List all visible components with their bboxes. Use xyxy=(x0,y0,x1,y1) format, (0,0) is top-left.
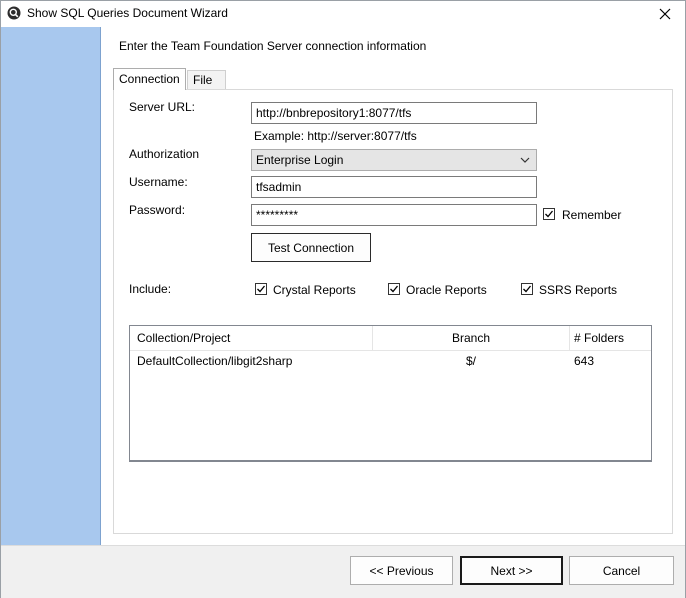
wizard-window: Show SQL Queries Document Wizard Enter t… xyxy=(0,0,686,598)
wizard-content: Enter the Team Foundation Server connect… xyxy=(101,27,685,545)
table-row[interactable]: DefaultCollection/libgit2sharp $/ 643 xyxy=(130,350,651,372)
checkmark-icon xyxy=(257,285,266,293)
chevron-down-icon xyxy=(520,157,530,163)
wizard-footer: << Previous Next >> Cancel xyxy=(1,545,685,598)
oracle-reports-label: Oracle Reports xyxy=(406,283,487,297)
ssrs-reports-checkbox[interactable] xyxy=(521,283,533,295)
close-icon xyxy=(659,8,671,20)
cancel-button[interactable]: Cancel xyxy=(569,556,674,585)
page-heading: Enter the Team Foundation Server connect… xyxy=(119,39,427,53)
crystal-reports-checkbox[interactable] xyxy=(255,283,267,295)
projects-list[interactable]: Collection/Project Branch # Folders Defa… xyxy=(129,325,652,462)
previous-button[interactable]: << Previous xyxy=(350,556,453,585)
ssrs-reports-label: SSRS Reports xyxy=(539,283,618,297)
checkmark-icon xyxy=(390,285,399,293)
username-label: Username: xyxy=(129,175,188,189)
cell-branch: $/ xyxy=(465,354,476,368)
crystal-reports-label: Crystal Reports xyxy=(273,283,356,297)
checkmark-icon xyxy=(523,285,532,293)
checkmark-icon xyxy=(545,210,554,218)
oracle-reports-checkbox[interactable] xyxy=(388,283,400,295)
cell-collection-project: DefaultCollection/libgit2sharp xyxy=(137,354,293,368)
window-title: Show SQL Queries Document Wizard xyxy=(27,6,228,20)
remember-label: Remember xyxy=(562,208,622,222)
column-header-branch[interactable]: Branch xyxy=(373,326,569,350)
tab-file-filter[interactable]: File Filter xyxy=(187,70,226,106)
connection-panel: Server URL: Example: http://server:8077/… xyxy=(113,89,673,534)
wizard-sidebar xyxy=(1,27,101,545)
authorization-label: Authorization xyxy=(129,147,200,161)
title-bar: Show SQL Queries Document Wizard xyxy=(1,1,685,27)
password-label: Password: xyxy=(129,203,186,217)
tab-connection[interactable]: Connection xyxy=(113,68,186,90)
column-header-collection-project[interactable]: Collection/Project xyxy=(130,326,372,350)
column-header-folders[interactable]: # Folders xyxy=(570,326,651,350)
app-search-icon xyxy=(7,6,21,20)
server-url-input[interactable] xyxy=(251,102,537,124)
username-input[interactable] xyxy=(251,176,537,198)
authorization-selected-value: Enterprise Login xyxy=(256,153,344,167)
test-connection-button[interactable]: Test Connection xyxy=(251,233,371,262)
server-url-example: Example: http://server:8077/tfs xyxy=(254,129,417,143)
authorization-select[interactable]: Enterprise Login xyxy=(251,149,537,171)
close-button[interactable] xyxy=(651,3,679,25)
remember-checkbox[interactable] xyxy=(543,208,555,220)
include-label: Include: xyxy=(129,282,172,296)
cell-folders: 643 xyxy=(574,354,595,368)
list-header: Collection/Project Branch # Folders xyxy=(130,326,651,351)
server-url-label: Server URL: xyxy=(129,100,196,114)
password-input[interactable] xyxy=(251,204,537,226)
next-button[interactable]: Next >> xyxy=(460,556,563,585)
